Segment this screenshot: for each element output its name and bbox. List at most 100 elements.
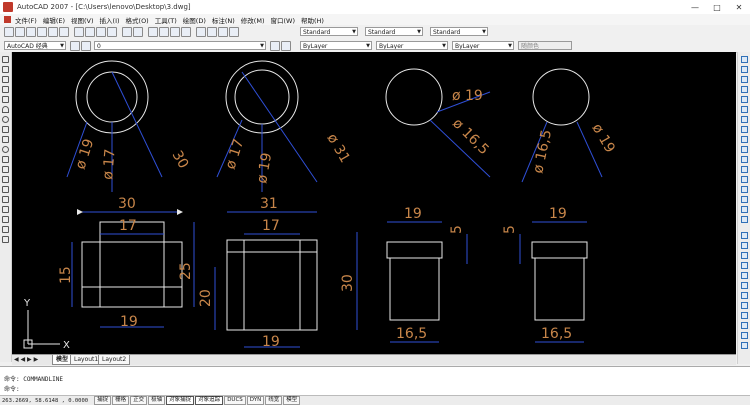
trim-icon[interactable]: [741, 146, 748, 153]
polygon-icon[interactable]: [2, 86, 9, 93]
tab-model[interactable]: 模型: [52, 355, 73, 365]
multiline-text-icon[interactable]: [2, 236, 9, 243]
text-style-select[interactable]: Standard ▼: [300, 27, 358, 36]
paste-icon[interactable]: [96, 27, 106, 37]
menu-edit[interactable]: 编辑(E): [43, 15, 65, 25]
command-prompt[interactable]: 命令:: [4, 384, 20, 393]
lineweight-select[interactable]: ByLayer ▼: [452, 41, 514, 50]
scale-icon[interactable]: [741, 126, 748, 133]
chamfer-icon[interactable]: [741, 196, 748, 203]
dim-baseline-icon[interactable]: [741, 292, 748, 299]
design-center-icon[interactable]: [207, 27, 217, 37]
circle-icon[interactable]: [2, 116, 9, 123]
publish-icon[interactable]: [59, 27, 69, 37]
tolerance-icon[interactable]: [741, 322, 748, 329]
new-file-icon[interactable]: [4, 27, 14, 37]
construction-line-icon[interactable]: [2, 66, 9, 73]
arc-icon[interactable]: [2, 106, 9, 113]
stretch-icon[interactable]: [741, 136, 748, 143]
extend-icon[interactable]: [741, 156, 748, 163]
workspace-select[interactable]: AutoCAD 经典 ▼: [4, 41, 66, 50]
menu-format[interactable]: 格式(O): [126, 15, 149, 25]
rotate-icon[interactable]: [741, 116, 748, 123]
array-icon[interactable]: [741, 96, 748, 103]
linetype-select[interactable]: ByLayer ▼: [376, 41, 448, 50]
break-icon[interactable]: [741, 176, 748, 183]
insert-block-icon[interactable]: [2, 166, 9, 173]
rectangle-icon[interactable]: [2, 96, 9, 103]
save-icon[interactable]: [26, 27, 36, 37]
dim-angular-icon[interactable]: [741, 272, 748, 279]
mirror-icon[interactable]: [741, 76, 748, 83]
tool-palettes-icon[interactable]: [218, 27, 228, 37]
help-icon[interactable]: [229, 27, 239, 37]
offset-icon[interactable]: [741, 86, 748, 93]
open-file-icon[interactable]: [15, 27, 25, 37]
hatch-icon[interactable]: [2, 196, 9, 203]
menu-view[interactable]: 视图(V): [71, 15, 94, 25]
ellipse-icon[interactable]: [2, 146, 9, 153]
revision-cloud-icon[interactable]: [2, 126, 9, 133]
properties-icon[interactable]: [196, 27, 206, 37]
close-button[interactable]: ✕: [728, 0, 750, 14]
join-icon[interactable]: [741, 186, 748, 193]
dim-edit-icon[interactable]: [741, 342, 748, 349]
dim-radius-icon[interactable]: [741, 252, 748, 259]
layer-previous-icon[interactable]: [281, 41, 291, 51]
plot-preview-icon[interactable]: [48, 27, 58, 37]
copy-object-icon[interactable]: [741, 66, 748, 73]
dim-continue-icon[interactable]: [741, 302, 748, 309]
pan-icon[interactable]: [148, 27, 158, 37]
coordinate-readout[interactable]: 263.2669, 58.6148 , 0.0000: [2, 398, 88, 404]
color-select[interactable]: ByLayer ▼: [300, 41, 372, 50]
minimize-button[interactable]: —: [684, 0, 706, 14]
tab-nav-arrows-icon[interactable]: ◀ ◀ ▶ ▶: [14, 355, 38, 364]
spline-icon[interactable]: [2, 136, 9, 143]
move-icon[interactable]: [741, 106, 748, 113]
tab-layout2[interactable]: Layout2: [98, 355, 131, 365]
table-style-select[interactable]: Standard ▼: [430, 27, 488, 36]
command-window[interactable]: 命令: COMMANDLINE 命令:: [0, 366, 750, 396]
zoom-window-icon[interactable]: [170, 27, 180, 37]
menu-insert[interactable]: 插入(I): [100, 15, 120, 25]
menu-window[interactable]: 窗口(W): [270, 15, 295, 25]
menu-dimension[interactable]: 标注(N): [212, 15, 235, 25]
layer-manager-icon[interactable]: [70, 41, 80, 51]
fillet-icon[interactable]: [741, 206, 748, 213]
dim-diameter-icon[interactable]: [741, 262, 748, 269]
dim-style-select[interactable]: Standard ▼: [365, 27, 423, 36]
make-block-icon[interactable]: [2, 176, 9, 183]
drawing-canvas[interactable]: ø 19 ø 17 30 ø 17 ø 19 ø 31 ø 19 ø 16,5 …: [12, 52, 736, 354]
zoom-previous-icon[interactable]: [181, 27, 191, 37]
document-icon[interactable]: [4, 16, 11, 23]
maximize-button[interactable]: □: [706, 0, 728, 14]
center-mark-icon[interactable]: [741, 332, 748, 339]
redo-icon[interactable]: [133, 27, 143, 37]
match-properties-icon[interactable]: [107, 27, 117, 37]
region-icon[interactable]: [2, 216, 9, 223]
menu-modify[interactable]: 修改(M): [241, 15, 265, 25]
make-layer-current-icon[interactable]: [270, 41, 280, 51]
point-icon[interactable]: [2, 186, 9, 193]
undo-icon[interactable]: [122, 27, 132, 37]
menu-file[interactable]: 文件(F): [15, 15, 37, 25]
lightbulb-icon[interactable]: [81, 41, 91, 51]
polyline-icon[interactable]: [2, 76, 9, 83]
leader-icon[interactable]: [741, 312, 748, 319]
dim-aligned-icon[interactable]: [741, 242, 748, 249]
ellipse-arc-icon[interactable]: [2, 156, 9, 163]
erase-icon[interactable]: [741, 56, 748, 63]
menu-tools[interactable]: 工具(T): [155, 15, 177, 25]
gradient-icon[interactable]: [2, 206, 9, 213]
menu-help[interactable]: 帮助(H): [301, 15, 324, 25]
zoom-realtime-icon[interactable]: [159, 27, 169, 37]
table-icon[interactable]: [2, 226, 9, 233]
layer-select[interactable]: 0 ▼: [94, 41, 266, 50]
line-icon[interactable]: [2, 56, 9, 63]
cut-icon[interactable]: [74, 27, 84, 37]
break-at-point-icon[interactable]: [741, 166, 748, 173]
quick-dim-icon[interactable]: [741, 282, 748, 289]
print-icon[interactable]: [37, 27, 47, 37]
dim-linear-icon[interactable]: [741, 232, 748, 239]
menu-draw[interactable]: 绘图(D): [183, 15, 206, 25]
